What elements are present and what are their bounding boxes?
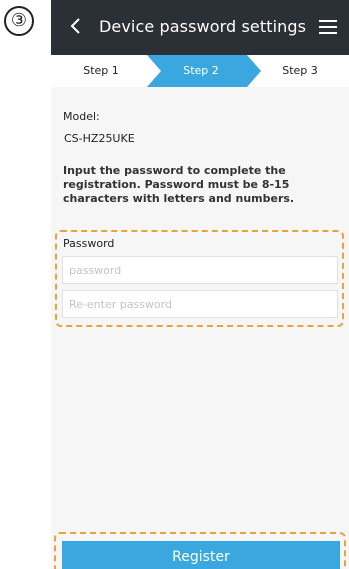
- model-label: Model:: [63, 110, 100, 123]
- phone-screen: Device password settings Step 1 Step 2 S…: [51, 0, 349, 569]
- step-1-label: Step 1: [83, 64, 119, 77]
- password-input[interactable]: [62, 256, 338, 284]
- password-instructions: Input the password to complete the regis…: [63, 164, 295, 205]
- back-button[interactable]: [61, 10, 89, 46]
- step-progress-bar: Step 1 Step 2 Step 3: [51, 55, 349, 87]
- register-button-highlight: Register: [54, 532, 346, 569]
- confirm-password-input[interactable]: [62, 290, 338, 318]
- step-number-marker: ③: [4, 6, 34, 36]
- page-title: Device password settings: [99, 17, 307, 36]
- hamburger-menu-icon: [319, 19, 337, 38]
- password-label: Password: [63, 237, 115, 250]
- step-2-label: Step 2: [183, 64, 219, 77]
- step-3-label: Step 3: [282, 64, 318, 77]
- model-value: CS-HZ25UKE: [64, 132, 135, 145]
- password-field-group: Password: [55, 230, 344, 327]
- chevron-left-icon: [69, 17, 81, 39]
- header-bar: Device password settings: [51, 0, 349, 55]
- menu-button[interactable]: [313, 14, 343, 42]
- registration-content: Model: CS-HZ25UKE Input the password to …: [63, 110, 343, 206]
- register-button[interactable]: Register: [62, 541, 340, 569]
- page: ③ Device password settings Step 1 Step 2…: [0, 0, 349, 569]
